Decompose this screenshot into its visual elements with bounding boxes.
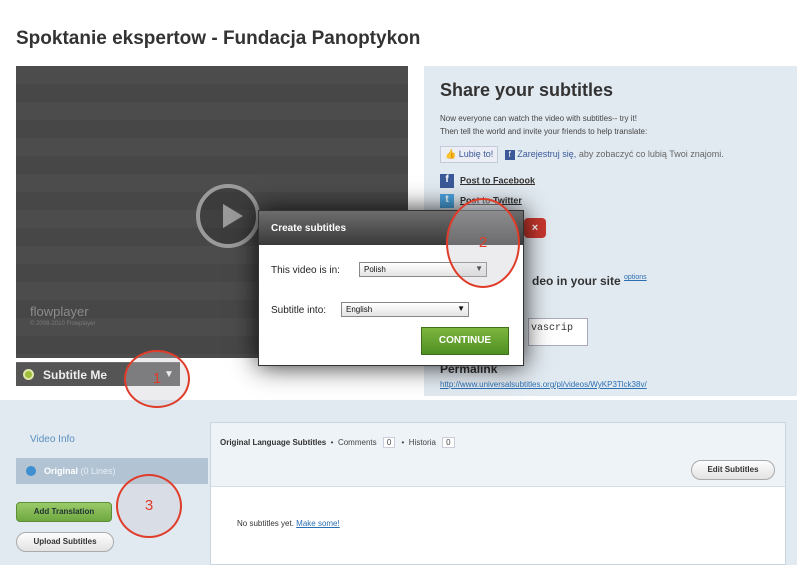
annotation-number-1: 1 (152, 370, 162, 387)
post-facebook-link[interactable]: f Post to Facebook (440, 174, 535, 188)
history-count: 0 (442, 437, 455, 448)
video-language-value: Polish (364, 265, 386, 274)
subtitle-language-value: English (346, 305, 373, 314)
share-desc-line2: Then tell the world and invite your frie… (440, 127, 648, 136)
subtitle-status-icon (23, 369, 34, 380)
flowplayer-logo: flowplayer (30, 304, 89, 319)
video-info-link[interactable]: Video Info (30, 434, 75, 445)
embed-options-link[interactable]: options (624, 274, 647, 281)
subtitles-panel-header: Original Language Subtitles • Comments 0… (211, 423, 785, 487)
share-desc-line1: Now everyone can watch the video with su… (440, 114, 637, 123)
play-icon[interactable] (196, 184, 260, 248)
subtitles-panel: Original Language Subtitles • Comments 0… (210, 422, 786, 565)
share-heading: Share your subtitles (440, 80, 614, 100)
permalink-url[interactable]: http://www.universalsubtitles.org/pl/vid… (440, 380, 647, 389)
edit-subtitles-button[interactable]: Edit Subtitles (691, 460, 775, 480)
annotation-circle-2: 2 (446, 198, 520, 288)
comments-count: 0 (382, 437, 396, 448)
facebook-icon: f (440, 174, 454, 188)
original-lines: (0 Lines) (80, 466, 116, 476)
register-text: aby zobaczyć co lubią Twoi znajomi. (578, 149, 724, 159)
empty-text: No subtitles yet. (237, 519, 294, 528)
annotation-circle-3: 3 (116, 474, 182, 538)
tab-history[interactable]: Historia (409, 438, 436, 447)
embed-code-textarea[interactable]: vascrip (528, 318, 588, 346)
annotation-circle-1: 1 (124, 350, 190, 408)
subtitles-tabs: Original Language Subtitles • Comments 0… (220, 437, 459, 448)
flowplayer-copyright: © 2008-2010 Flowplayer (30, 321, 96, 327)
video-language-label: This video is in: (271, 265, 340, 276)
page: Spoktanie ekspertow - Fundacja Panoptyko… (0, 0, 797, 565)
make-some-link[interactable]: Make some! (296, 519, 340, 528)
page-title: Spoktanie ekspertow - Fundacja Panoptyko… (16, 28, 421, 49)
close-icon[interactable]: × (524, 218, 546, 238)
upload-subtitles-button[interactable]: Upload Subtitles (16, 532, 114, 552)
annotation-number-2: 2 (478, 234, 488, 251)
tab-comments[interactable]: Comments (338, 438, 377, 447)
share-description: Now everyone can watch the video with su… (440, 112, 647, 138)
tab-original-language[interactable]: Original Language Subtitles (220, 438, 326, 447)
sidebar-item-original[interactable]: Original (0 Lines) (16, 458, 208, 484)
chevron-down-icon: ▼ (457, 304, 465, 313)
subtitle-into-label: Subtitle into: (271, 305, 327, 316)
subtitle-me-label: Subtitle Me (43, 368, 108, 382)
add-translation-button[interactable]: Add Translation (16, 502, 112, 522)
original-label: Original (0 Lines) (44, 466, 116, 476)
like-label: Lubię to! (458, 149, 494, 159)
continue-button[interactable]: CONTINUE (421, 327, 509, 355)
embed-heading: deo in your site options (532, 274, 647, 288)
annotation-number-3: 3 (144, 497, 154, 514)
facebook-like-row: 👍 Lubię to! f Zarejestruj się, aby zobac… (440, 146, 724, 163)
post-facebook-label: Post to Facebook (460, 175, 536, 186)
language-dot-icon (26, 466, 36, 476)
facebook-icon: f (504, 149, 515, 160)
subtitle-language-select[interactable]: English ▼ (341, 302, 469, 317)
twitter-icon: t (440, 194, 454, 208)
empty-subtitles-message: No subtitles yet. Make some! (237, 519, 340, 528)
register-link[interactable]: Zarejestruj się, (517, 149, 576, 159)
original-text: Original (44, 466, 79, 476)
like-button[interactable]: 👍 Lubię to! (440, 146, 499, 163)
embed-heading-text: deo in your site (532, 274, 621, 288)
